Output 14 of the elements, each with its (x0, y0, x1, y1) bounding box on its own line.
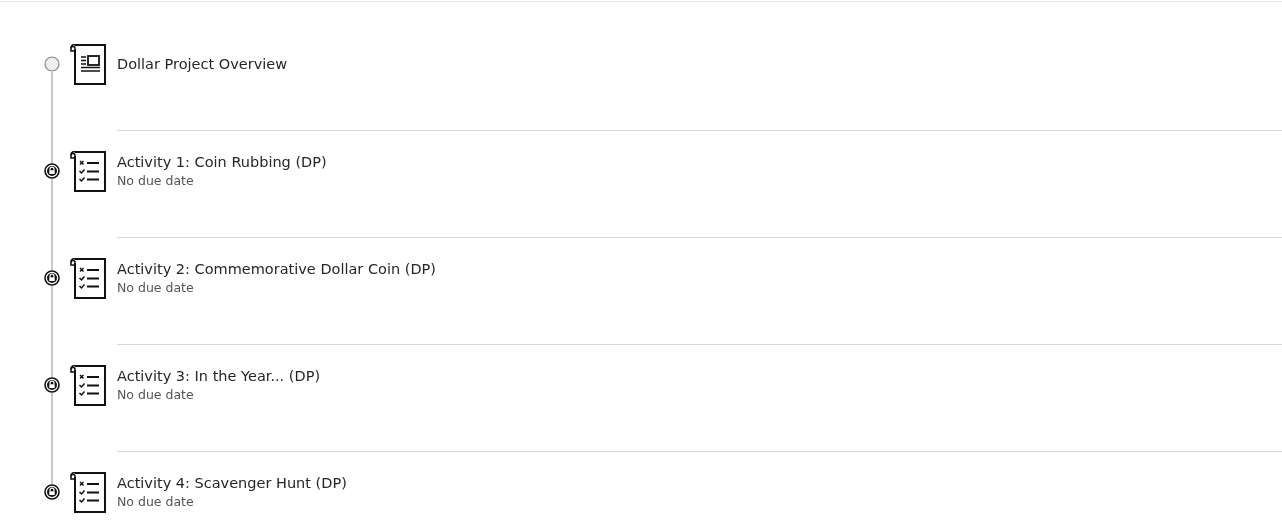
item-title[interactable]: Activity 4: Scavenger Hunt (DP) (117, 473, 347, 493)
due-date: No due date (117, 172, 194, 190)
item-title[interactable]: Activity 2: Commemorative Dollar Coin (DP) (117, 259, 436, 279)
due-date: No due date (117, 279, 194, 297)
item-title[interactable]: Activity 3: In the Year... (DP) (117, 366, 321, 386)
checklist-icon (70, 472, 107, 513)
checklist-icon (70, 258, 107, 299)
checklist-icon (70, 151, 107, 192)
checklist-icon (70, 365, 107, 406)
document-icon (70, 44, 107, 85)
item-title[interactable]: Dollar Project Overview (117, 54, 288, 74)
item-title[interactable]: Activity 1: Coin Rubbing (DP) (117, 152, 327, 172)
due-date: No due date (117, 386, 194, 404)
due-date: No due date (117, 493, 194, 511)
